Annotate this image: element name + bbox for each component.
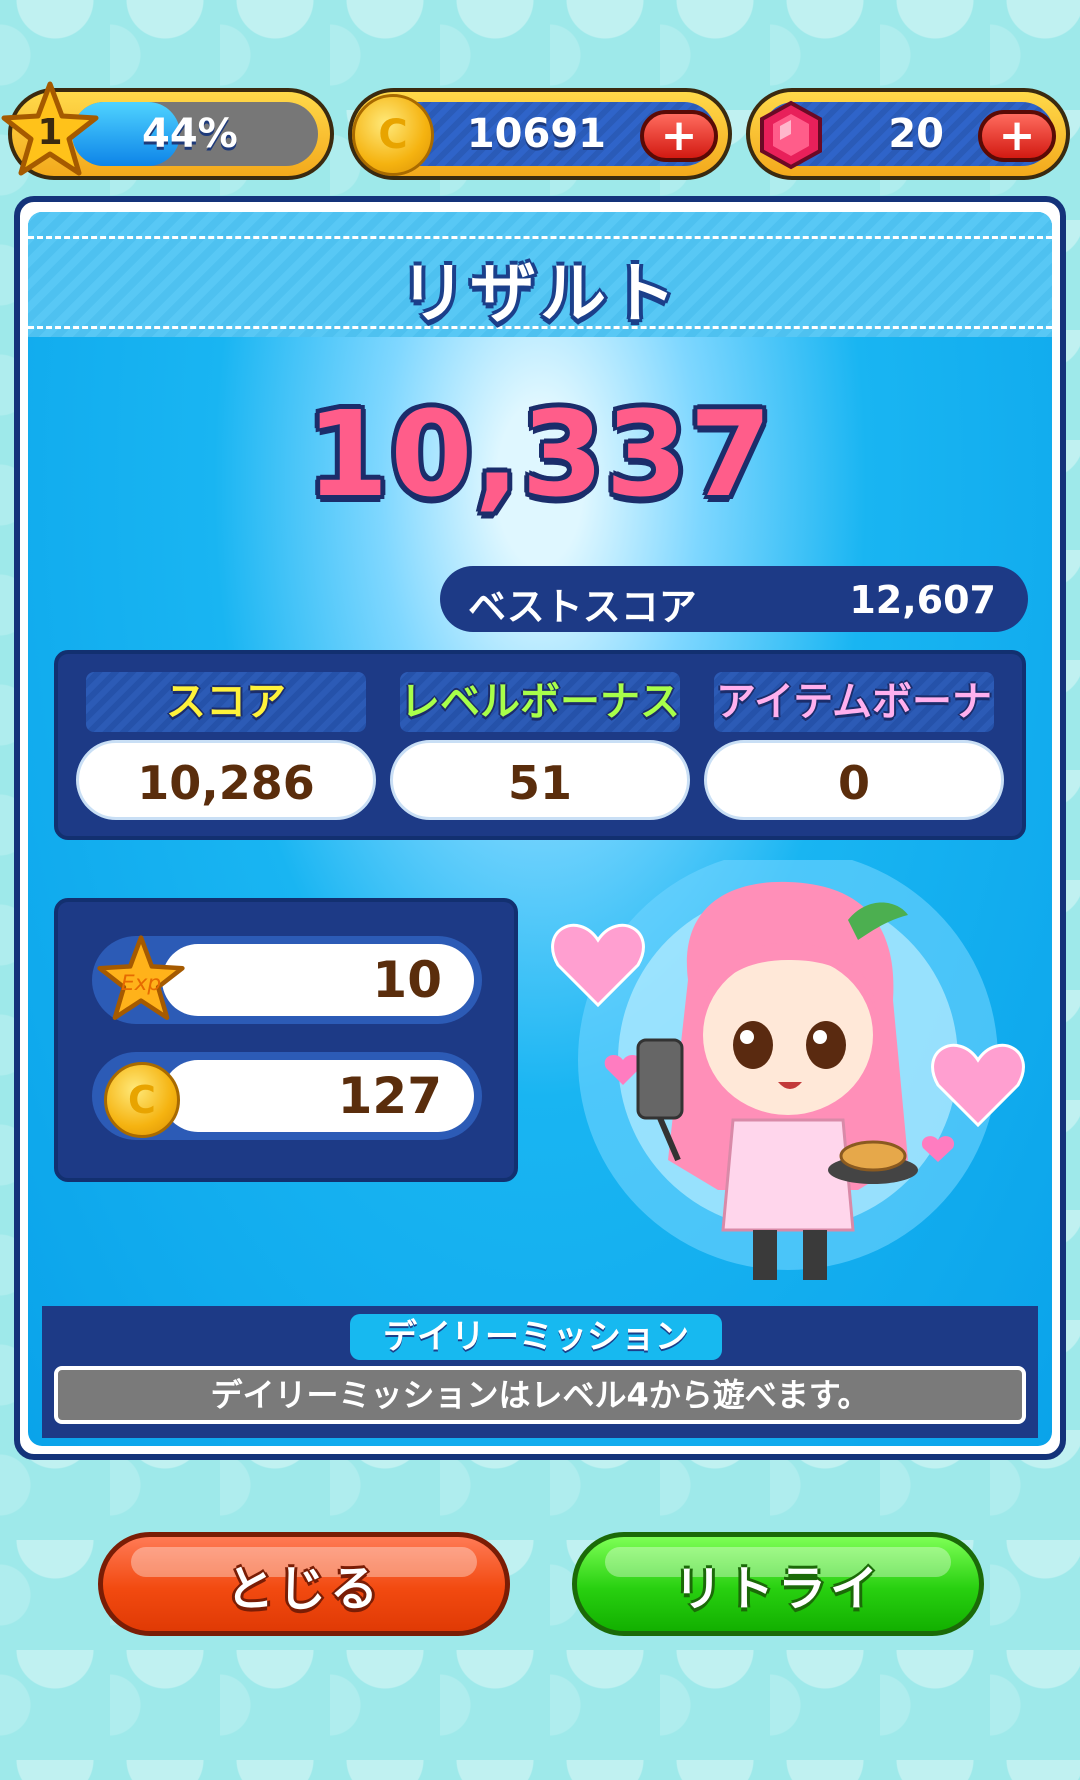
add-gems-button[interactable]: + xyxy=(978,110,1056,162)
daily-mission-section: デイリーミッション デイリーミッションはレベル4から遊べます。 xyxy=(42,1306,1038,1438)
level-bonus-column: レベルボーナス 51 xyxy=(390,672,690,822)
item-bonus-label: アイテムボーナス xyxy=(714,672,994,785)
score-label: スコア xyxy=(86,672,366,732)
close-button[interactable]: とじる xyxy=(98,1532,510,1636)
score-value: 10,286 xyxy=(76,740,376,820)
score-breakdown: スコア 10,286 レベルボーナス 51 アイテムボーナス 0 xyxy=(54,650,1026,840)
coin-icon-letter: C xyxy=(378,112,408,158)
coin-icon: C xyxy=(352,94,434,176)
score-column: スコア 10,286 xyxy=(76,672,376,822)
exp-reward-value: 10 xyxy=(372,951,442,1009)
retry-button-label: リトライ xyxy=(673,1561,882,1617)
coin-reward-icon-letter: C xyxy=(128,1078,156,1122)
daily-mission-message: デイリーミッションはレベル4から遊べます。 xyxy=(54,1366,1026,1424)
exp-icon-label: Exp xyxy=(121,971,161,996)
retry-button[interactable]: リトライ xyxy=(572,1532,984,1636)
best-score-label: ベストスコア xyxy=(468,585,697,629)
level-progress-text: 44% xyxy=(142,111,238,157)
add-coins-button[interactable]: + xyxy=(640,110,718,162)
coin-reward-value: 127 xyxy=(337,1067,442,1125)
level-bonus-label: レベルボーナス xyxy=(400,672,680,732)
daily-mission-title: デイリーミッション xyxy=(350,1314,722,1360)
level-number: 1 xyxy=(37,112,62,153)
close-button-label: とじる xyxy=(225,1561,382,1617)
level-progress-track: 44% xyxy=(72,102,318,166)
gem-icon xyxy=(760,100,822,170)
best-score-row: ベストスコア 12,607 xyxy=(440,566,1028,632)
gem-balance: 20 xyxy=(888,111,944,157)
item-bonus-value: 0 xyxy=(704,740,1004,820)
coin-reward-icon: C xyxy=(104,1062,180,1138)
character-illustration xyxy=(551,860,1025,1280)
total-score: 10,337 xyxy=(306,385,774,523)
coin-balance: 10691 xyxy=(466,111,606,157)
best-score-value: 12,607 xyxy=(849,578,996,622)
item-bonus-column: アイテムボーナス 0 xyxy=(704,672,1004,822)
level-star-icon: 1 xyxy=(1,81,99,176)
level-bonus-value: 51 xyxy=(390,740,690,820)
result-title: リザルト xyxy=(400,255,680,332)
exp-star-icon: Exp xyxy=(97,935,185,1020)
